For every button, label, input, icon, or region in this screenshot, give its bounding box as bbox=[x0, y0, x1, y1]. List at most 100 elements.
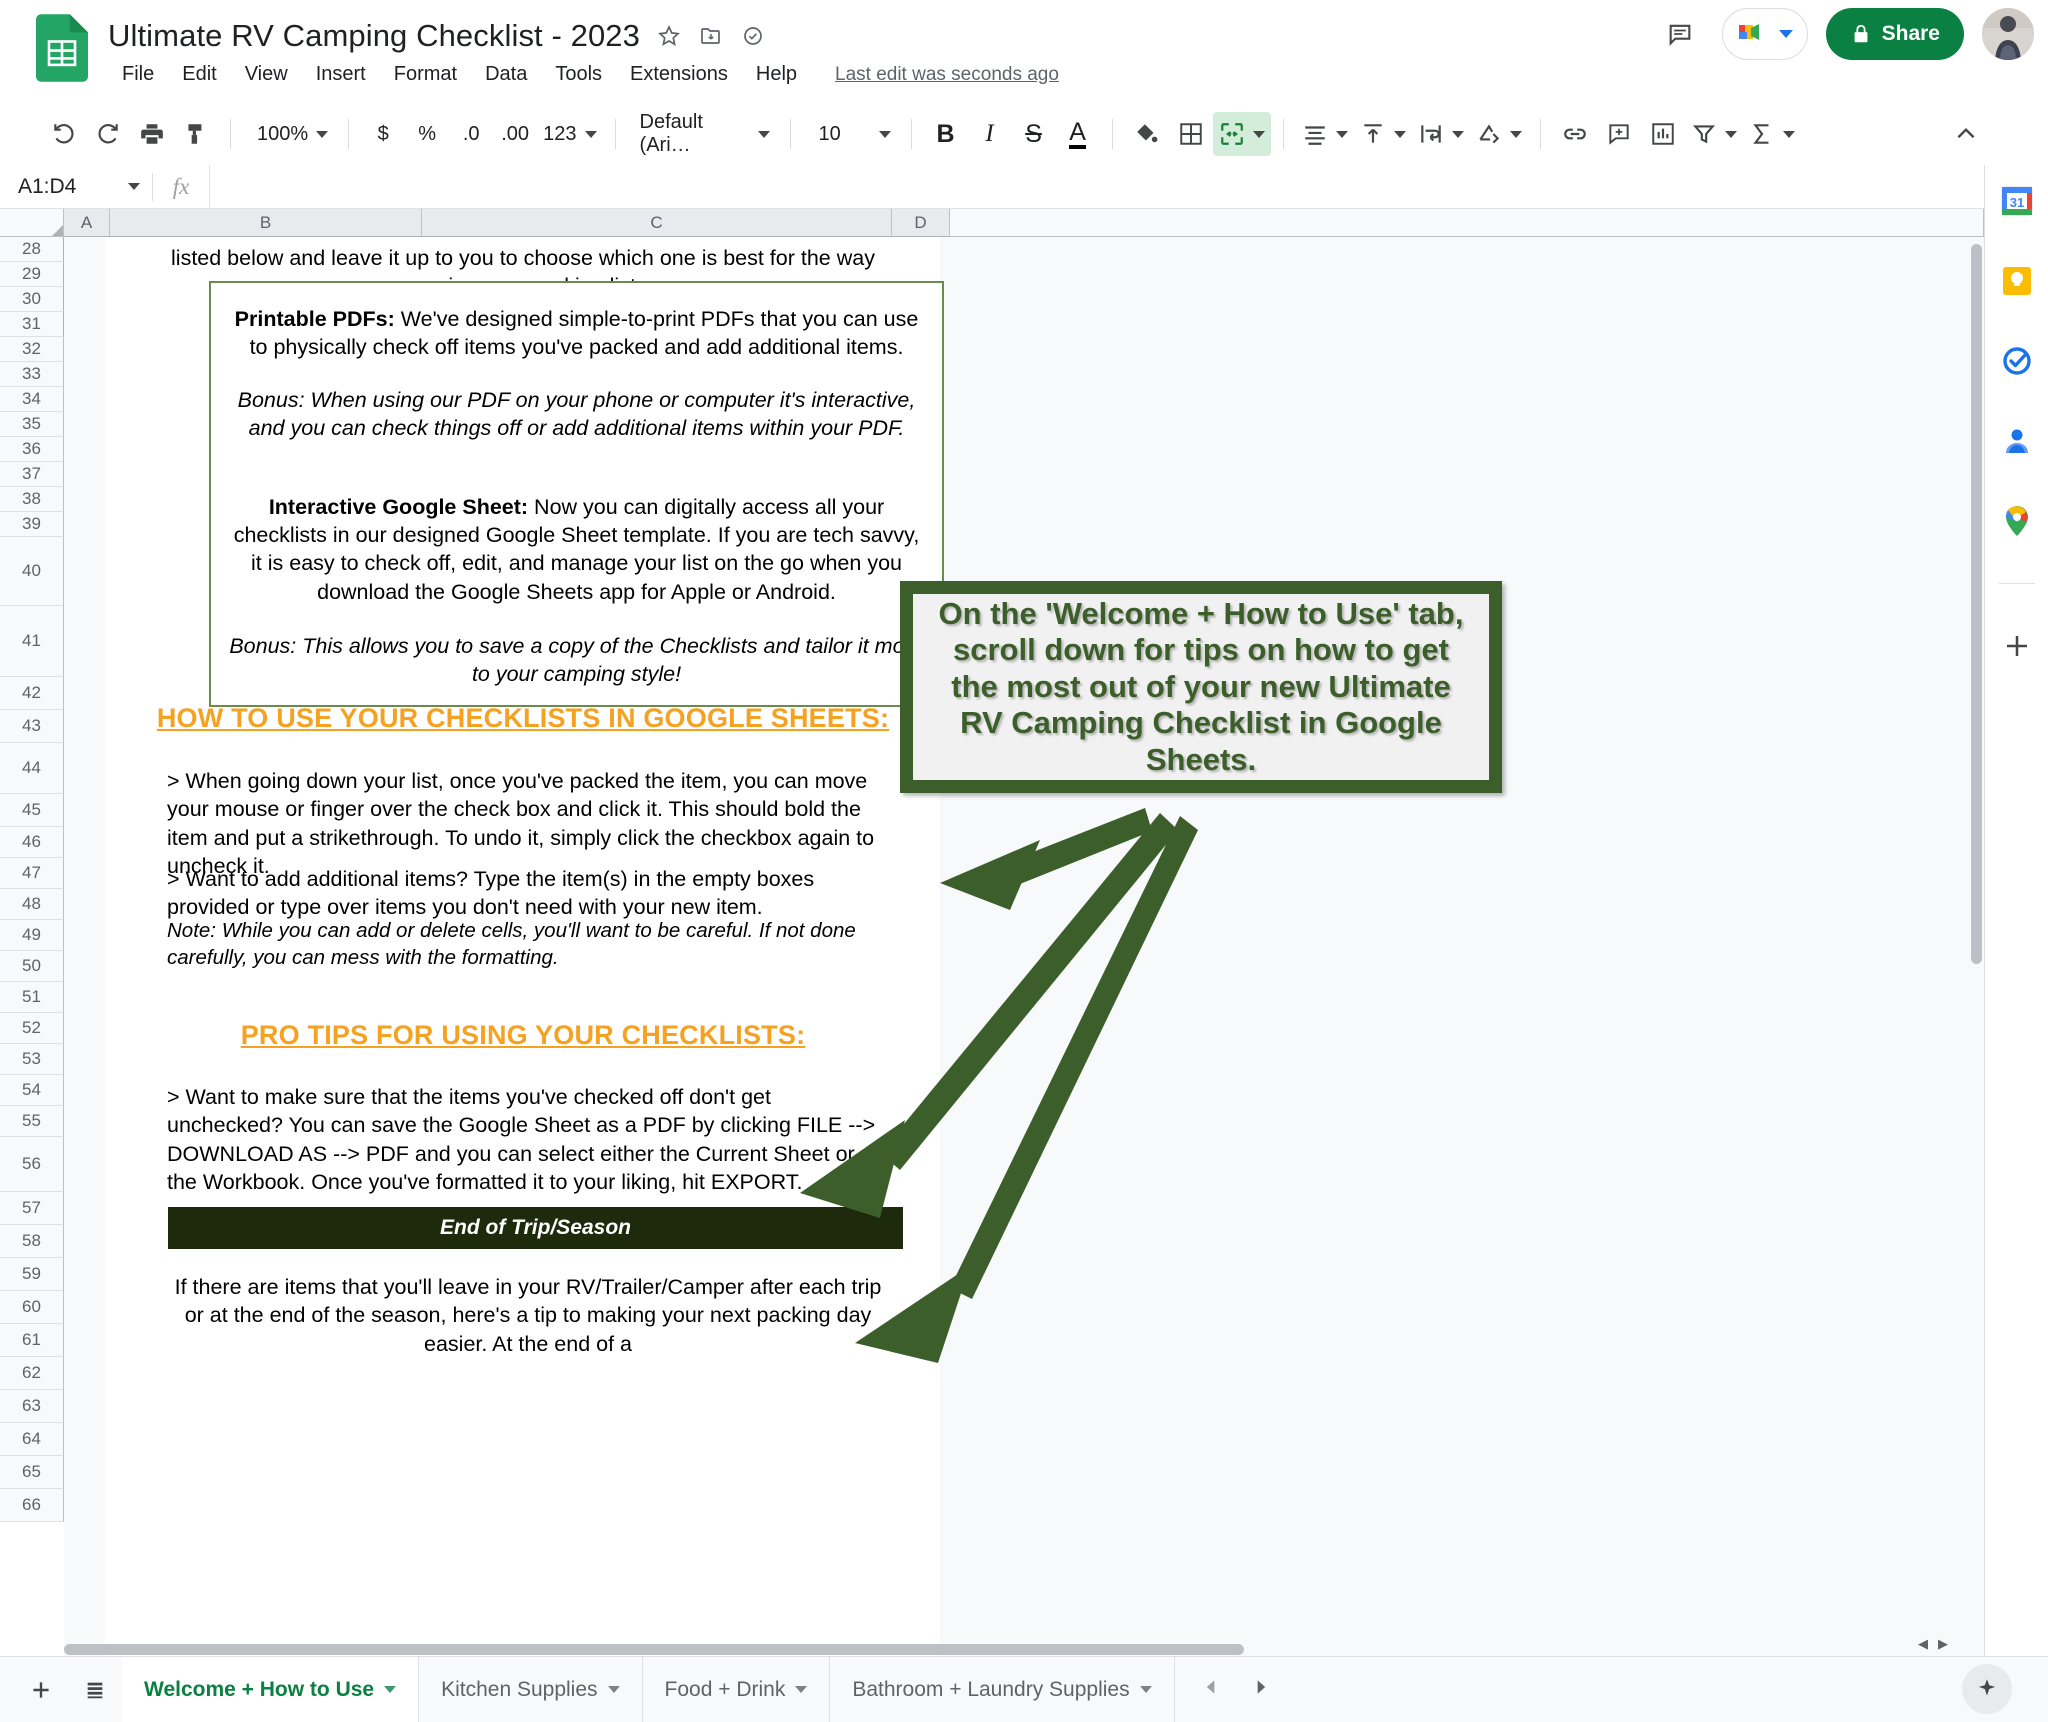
document-status-cloud-icon[interactable] bbox=[740, 23, 766, 49]
row-header-46[interactable]: 46 bbox=[0, 827, 64, 858]
menu-extensions[interactable]: Extensions bbox=[616, 60, 742, 89]
sheet-tab-welcome-how-to-use[interactable]: Welcome + How to Use bbox=[122, 1656, 420, 1722]
row-header-66[interactable]: 66 bbox=[0, 1489, 64, 1522]
explore-icon[interactable] bbox=[1962, 1664, 2012, 1714]
row-header-59[interactable]: 59 bbox=[0, 1258, 64, 1291]
row-header-29[interactable]: 29 bbox=[0, 262, 64, 287]
share-button[interactable]: Share bbox=[1825, 8, 1964, 60]
paint-format-icon[interactable] bbox=[174, 112, 218, 156]
menu-tools[interactable]: Tools bbox=[541, 60, 616, 89]
functions-icon[interactable] bbox=[1743, 112, 1801, 156]
percent-format-button[interactable]: % bbox=[405, 112, 449, 156]
print-icon[interactable] bbox=[130, 112, 174, 156]
heading-pro-tips[interactable]: PRO TIPS FOR USING YOUR CHECKLISTS: bbox=[153, 1020, 893, 1051]
column-header-a[interactable]: A bbox=[64, 209, 110, 237]
row-header-44[interactable]: 44 bbox=[0, 743, 64, 794]
horizontal-scrollbar-thumb[interactable] bbox=[64, 1644, 1244, 1655]
row-header-58[interactable]: 58 bbox=[0, 1225, 64, 1258]
chevron-down-icon[interactable] bbox=[607, 1686, 620, 1693]
printable-pdfs-paragraph[interactable]: Printable PDFs: We've designed simple-to… bbox=[229, 305, 924, 362]
row-header-39[interactable]: 39 bbox=[0, 512, 64, 537]
row-header-40[interactable]: 40 bbox=[0, 537, 64, 606]
menu-insert[interactable]: Insert bbox=[302, 60, 380, 89]
insert-chart-icon[interactable] bbox=[1641, 112, 1685, 156]
row-header-32[interactable]: 32 bbox=[0, 337, 64, 362]
row-header-28[interactable]: 28 bbox=[0, 237, 64, 262]
chevron-down-icon[interactable] bbox=[384, 1686, 397, 1693]
row-header-63[interactable]: 63 bbox=[0, 1390, 64, 1423]
select-all-corner[interactable] bbox=[0, 209, 64, 237]
italic-button[interactable]: I bbox=[968, 112, 1012, 156]
info-box[interactable]: Printable PDFs: We've designed simple-to… bbox=[209, 281, 944, 707]
page-title[interactable]: Ultimate RV Camping Checklist - 2023 bbox=[108, 18, 640, 54]
text-wrap-icon[interactable] bbox=[1412, 112, 1470, 156]
row-header-54[interactable]: 54 bbox=[0, 1075, 64, 1106]
row-header-49[interactable]: 49 bbox=[0, 920, 64, 951]
column-header-c[interactable]: C bbox=[422, 209, 892, 237]
printable-pdfs-bonus[interactable]: Bonus: When using our PDF on your phone … bbox=[229, 386, 924, 443]
menu-file[interactable]: File bbox=[108, 60, 168, 89]
row-header-38[interactable]: 38 bbox=[0, 487, 64, 512]
row-header-51[interactable]: 51 bbox=[0, 982, 64, 1013]
horizontal-align-icon[interactable] bbox=[1296, 112, 1354, 156]
annotation-callout-box[interactable]: On the 'Welcome + How to Use' tab, scrol… bbox=[900, 581, 1502, 793]
row-header-50[interactable]: 50 bbox=[0, 951, 64, 982]
row-header-34[interactable]: 34 bbox=[0, 387, 64, 412]
column-header-b[interactable]: B bbox=[110, 209, 422, 237]
menu-format[interactable]: Format bbox=[380, 60, 471, 89]
sheet-surface[interactable]: listed below and leave it up to you to c… bbox=[64, 237, 1984, 1656]
bold-button[interactable]: B bbox=[924, 112, 968, 156]
avatar[interactable] bbox=[1982, 8, 2034, 60]
chevron-down-icon[interactable] bbox=[795, 1686, 808, 1693]
font-family-selector[interactable]: Default (Ari… bbox=[628, 111, 778, 156]
fill-color-icon[interactable] bbox=[1125, 112, 1169, 156]
font-size-selector[interactable]: 10 bbox=[803, 112, 899, 156]
menu-edit[interactable]: Edit bbox=[168, 60, 230, 89]
google-tasks-icon[interactable] bbox=[1999, 343, 2035, 379]
google-keep-icon[interactable] bbox=[1999, 263, 2035, 299]
google-sheets-logo[interactable] bbox=[36, 14, 88, 82]
row-header-36[interactable]: 36 bbox=[0, 437, 64, 462]
increase-decimal-button[interactable]: .00 bbox=[493, 112, 537, 156]
collapse-toolbar-icon[interactable] bbox=[1944, 112, 1988, 156]
menu-help[interactable]: Help bbox=[742, 60, 811, 89]
row-header-37[interactable]: 37 bbox=[0, 462, 64, 487]
tip-export-pdf[interactable]: > Want to make sure that the items you'v… bbox=[167, 1083, 889, 1197]
filter-icon[interactable] bbox=[1685, 112, 1743, 156]
strikethrough-button[interactable]: S bbox=[1012, 112, 1056, 156]
row-header-35[interactable]: 35 bbox=[0, 412, 64, 437]
insert-comment-icon[interactable] bbox=[1597, 112, 1641, 156]
row-header-55[interactable]: 55 bbox=[0, 1106, 64, 1137]
row-header-30[interactable]: 30 bbox=[0, 287, 64, 312]
row-header-65[interactable]: 65 bbox=[0, 1456, 64, 1489]
google-contacts-icon[interactable] bbox=[1999, 423, 2035, 459]
comment-history-icon[interactable] bbox=[1656, 10, 1704, 58]
row-header-56[interactable]: 56 bbox=[0, 1137, 64, 1192]
vertical-scrollbar-thumb[interactable] bbox=[1971, 244, 1982, 964]
row-header-41[interactable]: 41 bbox=[0, 606, 64, 677]
all-sheets-icon[interactable] bbox=[68, 1663, 122, 1717]
move-to-folder-icon[interactable] bbox=[698, 23, 724, 49]
menu-view[interactable]: View bbox=[231, 60, 302, 89]
text-color-button[interactable]: A bbox=[1056, 112, 1100, 156]
interactive-sheet-paragraph[interactable]: Interactive Google Sheet: Now you can di… bbox=[229, 493, 924, 607]
tip-checkbox-usage[interactable]: > When going down your list, once you've… bbox=[167, 767, 889, 881]
closing-paragraph[interactable]: If there are items that you'll leave in … bbox=[167, 1273, 889, 1358]
chevron-down-icon[interactable] bbox=[1139, 1686, 1152, 1693]
scroll-left-icon[interactable]: ◀ bbox=[1918, 1636, 1928, 1652]
sheet-tab-bathroom-laundry-supplies[interactable]: Bathroom + Laundry Supplies bbox=[830, 1656, 1175, 1722]
row-header-42[interactable]: 42 bbox=[0, 677, 64, 710]
insert-link-icon[interactable] bbox=[1553, 112, 1597, 156]
name-box[interactable]: A1:D4 bbox=[0, 165, 152, 209]
sheet-tab-food-drink[interactable]: Food + Drink bbox=[643, 1656, 831, 1722]
row-header-33[interactable]: 33 bbox=[0, 362, 64, 387]
column-header-d[interactable]: D bbox=[892, 209, 950, 237]
vertical-align-icon[interactable] bbox=[1354, 112, 1412, 156]
decrease-decimal-button[interactable]: .0 bbox=[449, 112, 493, 156]
heading-how-to-use[interactable]: HOW TO USE YOUR CHECKLISTS IN GOOGLE SHE… bbox=[153, 703, 893, 734]
next-sheet-icon[interactable] bbox=[1251, 1677, 1271, 1702]
prev-sheet-icon[interactable] bbox=[1201, 1677, 1221, 1702]
scroll-right-icon[interactable]: ▶ bbox=[1938, 1636, 1948, 1652]
row-header-64[interactable]: 64 bbox=[0, 1423, 64, 1456]
row-header-53[interactable]: 53 bbox=[0, 1044, 64, 1075]
